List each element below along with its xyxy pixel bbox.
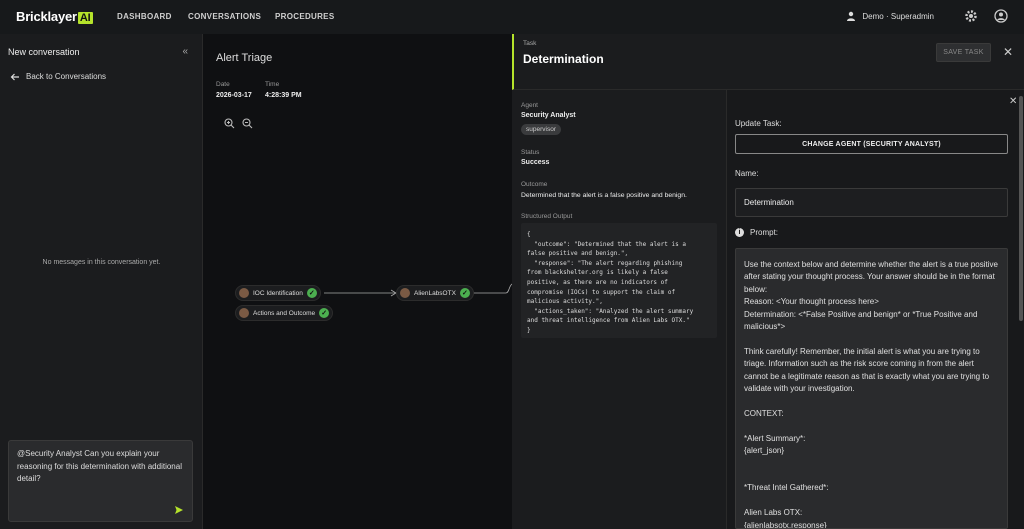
outcome-label: Outcome: [521, 181, 548, 188]
info-icon[interactable]: i: [735, 228, 744, 237]
task-label: Task: [523, 40, 537, 47]
workflow-canvas[interactable]: Alert Triage Date 2026-03-17 Time 4:28:3…: [203, 34, 512, 529]
user-icon: [847, 11, 856, 21]
brand-logo[interactable]: Bricklayer AI: [16, 9, 93, 24]
structured-output-code: { "outcome": "Determined that the alert …: [521, 223, 717, 338]
workflow-node-alienlabsotx[interactable]: AlienLabsOTX ✓: [396, 285, 474, 301]
back-label: Back to Conversations: [26, 72, 107, 81]
agent-avatar: [400, 288, 410, 298]
success-check-icon: ✓: [306, 288, 317, 298]
editor-scrollbar[interactable]: [1019, 96, 1023, 321]
conversation-panel: New conversation « Back to Conversations…: [0, 34, 203, 529]
brand-badge: AI: [77, 12, 93, 24]
task-name-input-value: Determination: [744, 198, 794, 207]
arrow-left-icon: [10, 73, 19, 80]
agent-avatar: [239, 288, 249, 298]
task-details-panel: Agent Security Analyst supervisor Status…: [512, 90, 726, 529]
task-editor-panel: ✕ Update Task: CHANGE AGENT (SECURITY AN…: [726, 90, 1024, 529]
outcome-value: Determined that the alert is a false pos…: [521, 192, 687, 199]
workflow-node-ioc-identification[interactable]: IOC Identification ✓: [235, 285, 321, 301]
task-name: Determination: [523, 52, 604, 66]
chat-input[interactable]: @Security Analyst Can you explain your r…: [8, 440, 193, 522]
nav-link-conversations[interactable]: CONVERSATIONS: [188, 12, 261, 21]
close-editor-icon[interactable]: ✕: [1009, 96, 1017, 107]
task-header: Task Determination SAVE TASK ✕: [512, 34, 1024, 90]
status-value: Success: [521, 159, 550, 166]
prompt-textarea[interactable]: Use the context below and determine whet…: [735, 248, 1008, 529]
prompt-label: Prompt:: [750, 228, 779, 237]
status-label: Status: [521, 149, 540, 156]
update-task-label: Update Task:: [735, 119, 782, 128]
user-label: Demo · Superadmin: [862, 11, 934, 21]
workflow-edges: [324, 283, 512, 297]
close-icon[interactable]: ✕: [1003, 45, 1013, 59]
agent-label: Agent: [521, 102, 538, 109]
agent-value: Security Analyst: [521, 112, 576, 119]
structured-output-label: Structured Output: [521, 213, 573, 220]
success-check-icon: ✓: [319, 308, 330, 318]
agent-role-badge: supervisor: [521, 124, 561, 135]
user-menu[interactable]: Demo · Superadmin: [846, 11, 934, 21]
nav-link-procedures[interactable]: PROCEDURES: [275, 12, 334, 21]
workflow-node-actions-and-outcome[interactable]: Actions and Outcome ✓: [235, 305, 334, 321]
change-agent-button[interactable]: CHANGE AGENT (SECURITY ANALYST): [735, 134, 1008, 154]
success-check-icon: ✓: [459, 288, 470, 298]
save-task-button[interactable]: SAVE TASK: [936, 43, 991, 62]
nav-link-dashboard[interactable]: DASHBOARD: [117, 12, 172, 21]
prompt-text: Use the context below and determine whet…: [744, 260, 998, 529]
send-icon[interactable]: [174, 505, 184, 515]
node-label: AlienLabsOTX: [414, 289, 456, 297]
node-label: Actions and Outcome: [253, 309, 316, 317]
account-circle-icon[interactable]: [994, 9, 1008, 23]
name-label: Name:: [735, 169, 759, 178]
collapse-panel-icon[interactable]: «: [182, 46, 188, 57]
back-to-conversations-link[interactable]: Back to Conversations: [10, 72, 106, 81]
empty-messages-text: No messages in this conversation yet.: [42, 259, 161, 266]
agent-avatar: [239, 308, 249, 318]
brand-name: Bricklayer: [16, 9, 77, 24]
prompt-label-row: i Prompt:: [735, 228, 778, 237]
conversation-title: New conversation: [8, 47, 80, 57]
top-navigation-bar: Bricklayer AI DASHBOARD CONVERSATIONS PRO…: [0, 0, 1024, 34]
node-label: IOC Identification: [253, 289, 303, 297]
settings-gear-icon[interactable]: [964, 9, 978, 23]
chat-input-text: @Security Analyst Can you explain your r…: [17, 449, 182, 483]
task-name-input[interactable]: Determination: [735, 188, 1008, 217]
